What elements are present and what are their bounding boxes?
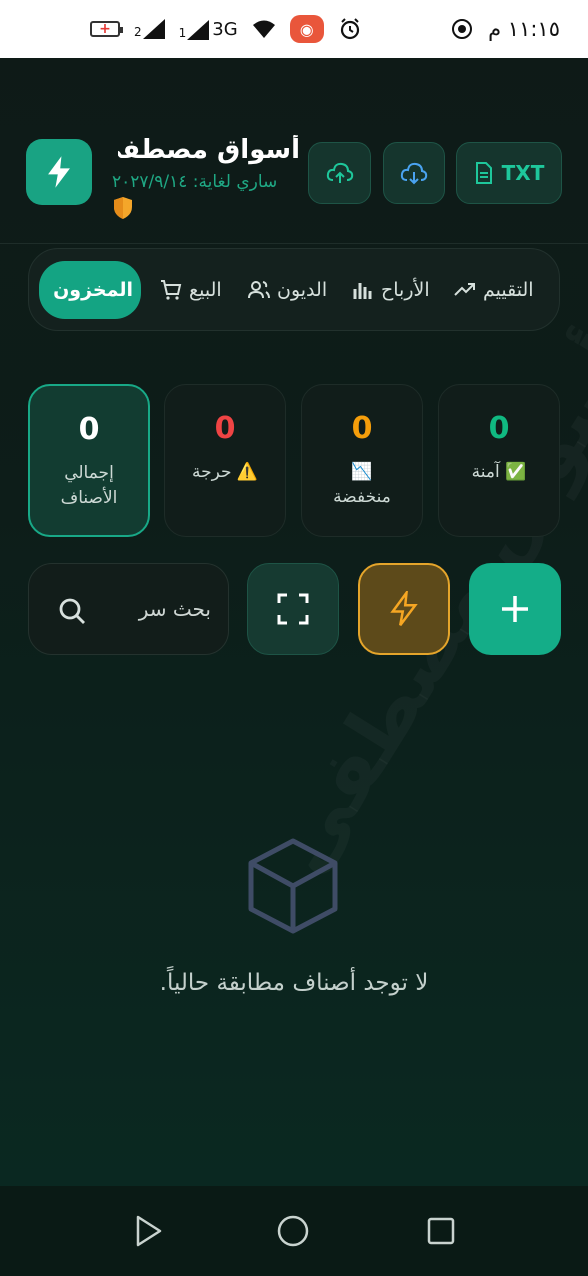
screen-record-icon: ◉ <box>289 15 324 43</box>
box-icon <box>248 838 338 934</box>
status-bar: + 2 1 3G ◉ ١١:١٥ م <box>0 0 588 58</box>
stat-safe-value: 0 <box>488 411 510 446</box>
tab-evaluation-label: التقييم <box>483 279 534 301</box>
search-box <box>28 563 229 655</box>
quick-action-button[interactable] <box>358 563 450 655</box>
stat-safe-label: ✅ آمنة <box>471 462 527 482</box>
lightning-icon <box>48 156 70 188</box>
search-icon <box>59 598 85 624</box>
tab-sales[interactable]: البيع <box>159 261 222 319</box>
add-item-button[interactable] <box>469 563 561 655</box>
scan-barcode-button[interactable] <box>247 563 339 655</box>
back-icon[interactable] <box>132 1214 166 1248</box>
main-tabs: المخزون البيع الديون الأرباح التقييم <box>28 248 560 331</box>
empty-state-message: لا توجد أصناف مطابقة حالياً. <box>159 970 429 996</box>
tab-inventory[interactable]: المخزون <box>39 261 141 319</box>
subscription-valid-until: ساري لغاية: ٢٠٢٧/٩/١٤ <box>112 172 278 192</box>
stat-low[interactable]: 0 📉 منخفضة <box>301 384 423 537</box>
download-cloud-button[interactable] <box>383 142 445 204</box>
battery-icon: + <box>90 21 123 37</box>
location-icon <box>452 19 473 39</box>
sim2-label: 2 <box>134 25 142 39</box>
recents-icon[interactable] <box>424 1214 458 1248</box>
home-icon[interactable] <box>276 1214 310 1248</box>
plus-icon <box>502 596 528 622</box>
tab-debts[interactable]: الديون <box>247 261 327 319</box>
stat-low-value: 0 <box>351 411 373 446</box>
app-header: أسواق مصطفى ساري لغاية: ٢٠٢٧/٩/١٤ TXT <box>0 130 588 240</box>
store-title: أسواق مصطفى <box>118 135 300 165</box>
signal-sim2-icon: 2 <box>134 19 165 39</box>
stat-total-items[interactable]: 0 إجمالي الأصناف <box>28 384 150 537</box>
tab-debts-label: الديون <box>277 279 328 301</box>
app-logo <box>26 139 92 205</box>
file-text-icon <box>475 162 492 184</box>
txt-label: TXT <box>501 161 545 185</box>
stat-safe[interactable]: 0 ✅ آمنة <box>438 384 560 537</box>
stat-critical[interactable]: 0 ⚠️ حرجة <box>164 384 286 537</box>
network-type: 3G <box>212 18 238 40</box>
tab-sales-label: البيع <box>189 279 222 301</box>
status-bar-left: + 2 1 3G ◉ <box>90 15 362 43</box>
tab-profits-label: الأرباح <box>381 279 430 301</box>
alarm-icon <box>340 18 359 40</box>
wifi-icon <box>252 20 275 38</box>
signal-sim1-icon: 1 3G <box>179 19 238 40</box>
shield-icon <box>114 197 132 219</box>
cloud-upload-icon <box>326 162 353 183</box>
stat-total-label: إجمالي الأصناف <box>60 463 118 508</box>
users-icon <box>248 281 270 299</box>
stat-low-label: 📉 منخفضة <box>333 462 391 507</box>
sim1-label: 1 <box>178 25 187 40</box>
system-nav-bar <box>0 1186 588 1276</box>
stat-critical-label: ⚠️ حرجة <box>191 462 259 482</box>
lightning-icon <box>390 591 418 626</box>
stat-total-value: 0 <box>78 412 100 447</box>
search-input[interactable] <box>121 592 211 626</box>
tab-inventory-label: المخزون <box>53 279 133 301</box>
clock: ١١:١٥ م <box>488 17 560 41</box>
scan-frame-icon <box>277 593 309 625</box>
tab-evaluation[interactable]: التقييم <box>453 261 534 319</box>
tab-profits[interactable]: الأرباح <box>351 261 430 319</box>
header-divider <box>0 243 588 244</box>
cart-icon <box>161 280 182 300</box>
stat-critical-value: 0 <box>214 411 236 446</box>
cloud-download-icon <box>400 162 428 185</box>
export-txt-button[interactable]: TXT <box>456 142 562 204</box>
status-bar-right: ١١:١٥ م <box>450 17 560 41</box>
upload-cloud-button[interactable] <box>308 142 371 204</box>
bar-chart-icon <box>353 283 372 299</box>
trend-icon <box>454 283 475 296</box>
